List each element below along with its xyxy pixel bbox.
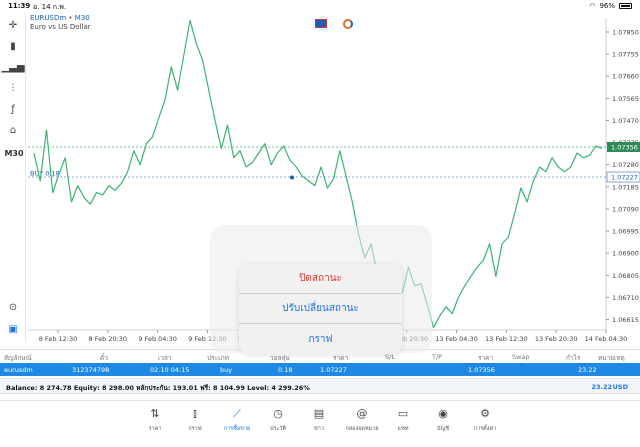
buy-price-label: 1.07227 bbox=[611, 174, 638, 182]
row-price: 1.07356 bbox=[468, 366, 495, 374]
col-volume: วอลลุ่ม bbox=[270, 354, 290, 362]
quotes-icon: ⇅ bbox=[150, 407, 160, 420]
x-tick-label: 13 Feb 12:30 bbox=[485, 335, 528, 343]
x-tick-label: 14 Feb 04:30 bbox=[585, 335, 628, 343]
y-tick-label: 1.07850 bbox=[612, 28, 639, 36]
y-tick-label: 1.07280 bbox=[612, 161, 639, 169]
y-tick-label: 1.06995 bbox=[612, 228, 639, 236]
nav-trade[interactable]: ⟋ การซื้อขาย bbox=[217, 407, 257, 433]
chart-item[interactable]: กราฟ bbox=[239, 324, 402, 354]
ask-price-label: 1.07356 bbox=[611, 143, 638, 151]
position-context-menu: ปิดสถานะ ปรับเปลี่ยนสถานะ กราฟ bbox=[239, 264, 402, 354]
battery-icon bbox=[619, 3, 632, 9]
currency-label: USD bbox=[612, 383, 628, 391]
balance-summary: Balance: 8 274.78 Equity: 8 298.00 หลักป… bbox=[6, 384, 310, 392]
history-icon: ◷ bbox=[273, 407, 283, 420]
modify-position-item[interactable]: ปรับเปลี่ยนสถานะ bbox=[239, 294, 402, 324]
wifi-icon: ◠ bbox=[589, 2, 596, 10]
y-tick-label: 1.07755 bbox=[612, 51, 639, 59]
y-tick-label: 1.07660 bbox=[612, 73, 639, 81]
status-bar: 11:39 อ. 14 ก.พ. ◠ 96% bbox=[0, 0, 640, 12]
y-tick-label: 1.06615 bbox=[612, 316, 639, 324]
y-tick-label: 1.07090 bbox=[612, 205, 639, 213]
battery-percent: 96% bbox=[599, 2, 615, 10]
position-row[interactable]: eurusdm 312374798 02.10 04:15 buy 0.18 1… bbox=[0, 363, 640, 376]
col-open-price: ราคา bbox=[333, 354, 349, 362]
news-icon: ▤ bbox=[313, 407, 325, 420]
y-tick-label: 1.07565 bbox=[612, 95, 639, 103]
x-tick-label: 8 Feb 20:30 bbox=[89, 335, 128, 343]
col-tp: T/P bbox=[432, 353, 443, 361]
entry-marker bbox=[290, 175, 294, 180]
y-tick-label: 1.07185 bbox=[612, 183, 639, 191]
col-price: ราคา bbox=[478, 354, 494, 362]
y-tick-label: 1.06710 bbox=[612, 294, 639, 302]
row-symbol: eurusdm bbox=[4, 366, 33, 374]
nav-chart[interactable]: ⫾ กราฟ bbox=[175, 407, 215, 433]
col-type: ประเภท bbox=[207, 354, 229, 362]
x-tick-label: 13 Feb 20:30 bbox=[535, 335, 578, 343]
row-type: buy bbox=[220, 366, 233, 374]
total-profit: 23.22 bbox=[591, 383, 612, 391]
col-time: เวลา bbox=[158, 354, 172, 362]
nav-settings[interactable]: ⚙ การตั้งค่า bbox=[465, 407, 505, 433]
nav-mailbox[interactable]: @ กล่องจดหมาย bbox=[342, 407, 382, 433]
x-tick-label: 13 Feb 04:30 bbox=[435, 335, 478, 343]
settings-icon: ⚙ bbox=[480, 407, 490, 420]
status-time: 11:39 bbox=[8, 2, 31, 10]
nav-news[interactable]: ▤ ข่าว bbox=[299, 407, 339, 433]
y-tick-label: 1.07470 bbox=[612, 117, 639, 125]
account-icon: ◉ bbox=[438, 407, 448, 420]
mailbox-icon: @ bbox=[356, 407, 368, 420]
chart-icon: ⫾ bbox=[193, 407, 197, 420]
row-time: 02.10 04:15 bbox=[150, 366, 190, 374]
balance-bar: Balance: 8 274.78 Equity: 8 298.00 หลักป… bbox=[0, 378, 640, 394]
col-ticket: ตั๋ว bbox=[100, 354, 108, 362]
x-tick-label: 9 Feb 04:30 bbox=[138, 335, 177, 343]
col-swap: Swap bbox=[512, 353, 530, 361]
row-volume: 0.18 bbox=[278, 366, 293, 374]
close-position-item[interactable]: ปิดสถานะ bbox=[239, 264, 402, 294]
trade-icon: ⟋ bbox=[233, 407, 241, 420]
nav-quotes[interactable]: ⇅ ราคา bbox=[135, 407, 175, 433]
bottom-navigation: ⇅ ราคา ⫾ กราฟ ⟋ การซื้อขาย ◷ ประวัติ ▤ ข… bbox=[0, 400, 640, 447]
chat-icon: ▭ bbox=[397, 407, 409, 420]
nav-account[interactable]: ◉ บัญชี bbox=[423, 407, 463, 433]
col-sl: S/L bbox=[385, 353, 395, 361]
row-open-price: 1.07227 bbox=[320, 366, 347, 374]
col-symbol: สัญลักษณ์ bbox=[4, 354, 32, 362]
row-profit: 23.22 bbox=[578, 366, 597, 374]
y-tick-label: 1.06805 bbox=[612, 272, 639, 280]
nav-history[interactable]: ◷ ประวัติ bbox=[258, 407, 298, 433]
nav-chat[interactable]: ▭ แชท bbox=[383, 407, 423, 433]
y-tick-label: 1.06900 bbox=[612, 250, 639, 258]
row-ticket: 312374798 bbox=[72, 366, 110, 374]
buy-position-tag: BUY 0.18 bbox=[30, 170, 60, 178]
col-comment: หมายเหตุ bbox=[598, 354, 625, 362]
col-profit: กำไร bbox=[566, 354, 581, 362]
x-tick-label: 8 Feb 12:30 bbox=[39, 335, 78, 343]
